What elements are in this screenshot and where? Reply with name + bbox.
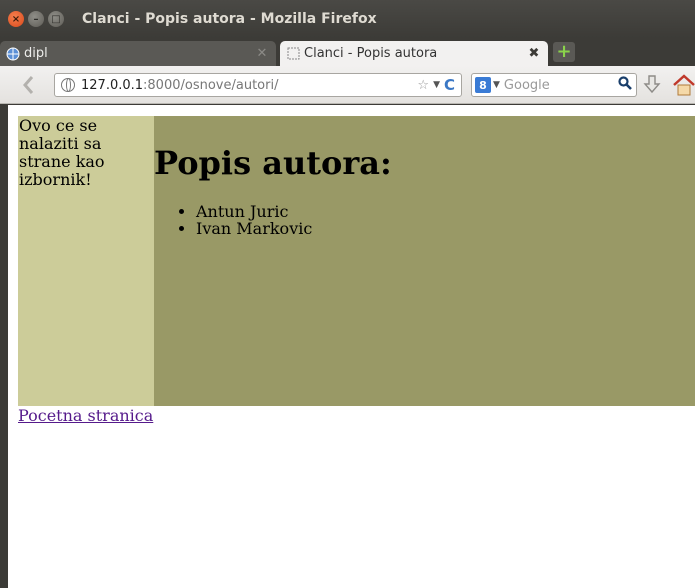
search-placeholder: Google bbox=[503, 77, 550, 93]
page-favicon-icon bbox=[286, 47, 300, 61]
tab-dipl[interactable]: dipl ✕ bbox=[0, 41, 276, 66]
search-icon[interactable] bbox=[618, 76, 632, 94]
url-dropdown-icon[interactable]: ▼ bbox=[433, 80, 440, 90]
minimize-window-icon[interactable]: – bbox=[28, 11, 44, 27]
search-engine-dropdown-icon[interactable]: ▼ bbox=[493, 80, 500, 90]
bookmark-star-icon[interactable]: ☆ bbox=[417, 78, 429, 93]
list-item: Ivan Markovic bbox=[196, 220, 312, 237]
maximize-window-icon[interactable]: □ bbox=[48, 11, 64, 27]
url-path: :8000/osnove/autori/ bbox=[143, 77, 279, 93]
page-heading: Popis autora: bbox=[154, 144, 392, 182]
tab-label: Clanci - Popis autora bbox=[304, 46, 438, 61]
navigation-toolbar: 127.0.0.1:8000/osnove/autori/ ☆ ▼ C 8 ▼ … bbox=[0, 66, 695, 104]
close-window-icon[interactable]: × bbox=[8, 11, 24, 27]
sidebar: Ovo ce se nalaziti sa strane kao izborni… bbox=[18, 116, 154, 406]
plus-icon: + bbox=[556, 41, 572, 62]
page-left-margin bbox=[8, 105, 18, 588]
author-list: Antun Juric Ivan Markovic bbox=[196, 203, 312, 237]
list-item: Antun Juric bbox=[196, 203, 312, 220]
tab-strip: dipl ✕ Clanci - Popis autora ✖ + bbox=[0, 38, 695, 66]
page-content: Ovo ce se nalaziti sa strane kao izborni… bbox=[8, 105, 695, 588]
window-title: Clanci - Popis autora - Mozilla Firefox bbox=[82, 11, 377, 27]
url-bar[interactable]: 127.0.0.1:8000/osnove/autori/ ☆ ▼ C bbox=[54, 73, 462, 97]
site-favicon-icon bbox=[6, 47, 20, 61]
back-button[interactable] bbox=[17, 74, 39, 96]
download-icon[interactable] bbox=[641, 74, 663, 96]
home-page-link[interactable]: Pocetna stranica bbox=[18, 406, 153, 425]
tab-label: dipl bbox=[24, 46, 48, 61]
window-titlebar: × – □ Clanci - Popis autora - Mozilla Fi… bbox=[0, 0, 695, 38]
new-tab-button[interactable]: + bbox=[553, 42, 575, 62]
reload-icon[interactable]: C bbox=[444, 76, 455, 94]
tab-close-icon[interactable]: ✖ bbox=[526, 46, 542, 61]
url-host: 127.0.0.1 bbox=[81, 77, 144, 93]
home-icon[interactable] bbox=[672, 74, 695, 96]
main-panel: Popis autora: Antun Juric Ivan Markovic bbox=[154, 116, 695, 406]
tab-clanci[interactable]: Clanci - Popis autora ✖ bbox=[280, 41, 548, 66]
search-engine-icon[interactable]: 8 bbox=[475, 77, 491, 93]
search-bar[interactable]: 8 ▼ Google bbox=[471, 73, 637, 97]
tab-close-icon[interactable]: ✕ bbox=[254, 46, 270, 61]
globe-icon bbox=[61, 78, 75, 92]
